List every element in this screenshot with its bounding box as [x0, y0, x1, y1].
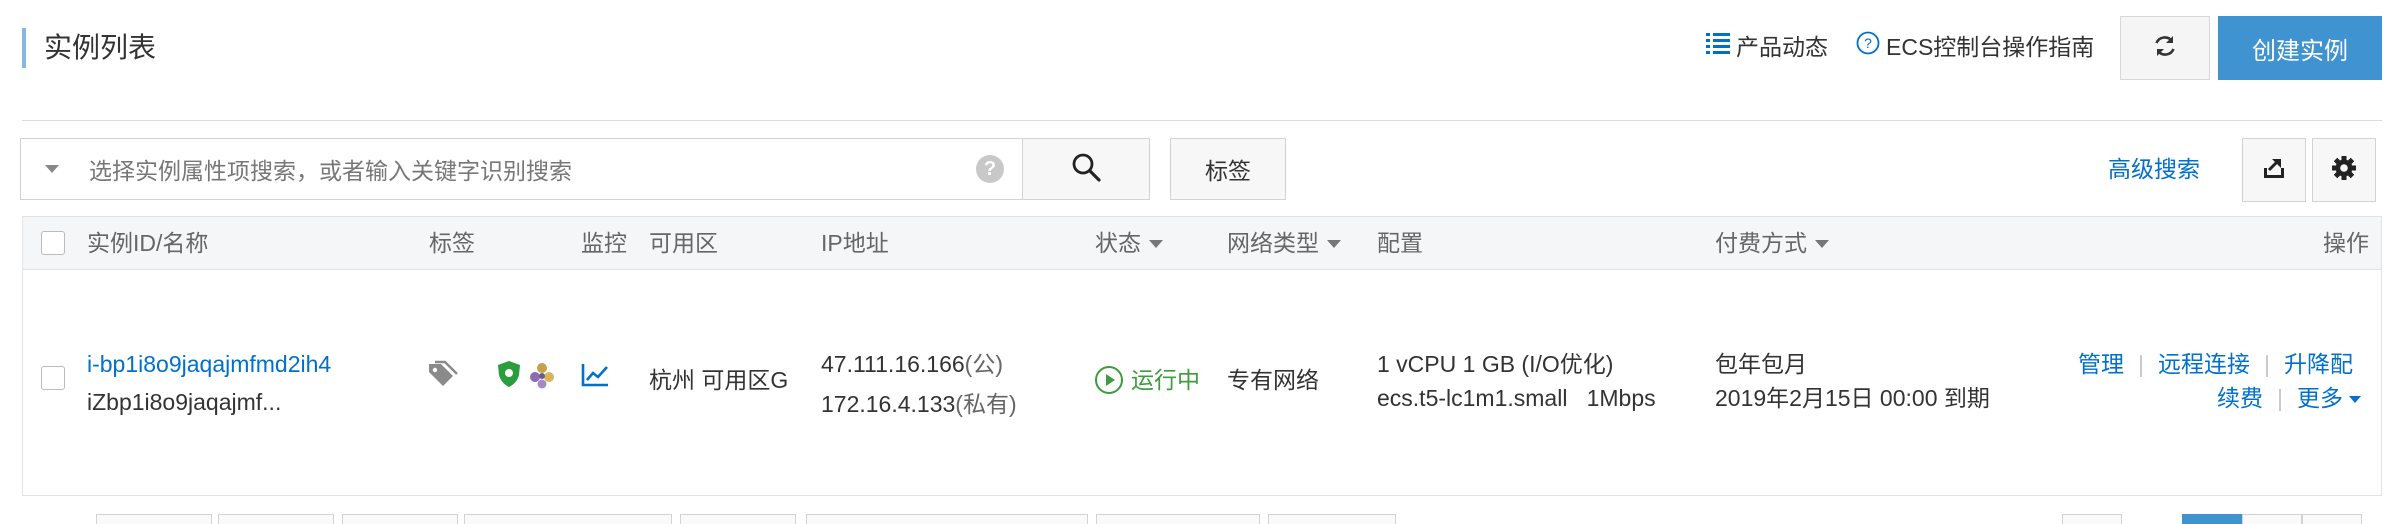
batch-action-button[interactable] — [806, 514, 1088, 524]
batch-action-button[interactable] — [464, 514, 672, 524]
status-badge: 运行中 — [1095, 360, 1200, 400]
renew-link[interactable]: 续费 — [2217, 385, 2263, 411]
search-button[interactable] — [1022, 138, 1150, 200]
gear-icon — [2331, 155, 2357, 186]
col-zone: 可用区 — [649, 230, 718, 256]
col-network[interactable]: 网络类型 — [1227, 217, 1341, 269]
billing-expiry: 2019年2月15日 00:00 到期 — [1715, 385, 1990, 411]
export-button[interactable] — [2242, 138, 2306, 202]
batch-action-button[interactable] — [218, 514, 334, 524]
refresh-icon — [2152, 33, 2178, 64]
sort-down-icon — [1149, 240, 1163, 248]
search-icon — [1070, 151, 1102, 188]
plugin-icon[interactable] — [527, 360, 557, 402]
pagination-prev[interactable] — [2062, 514, 2122, 524]
pagination-current[interactable] — [2182, 514, 2242, 524]
col-id-name: 实例ID/名称 — [87, 230, 209, 256]
col-monitor: 监控 — [581, 230, 627, 256]
monitor-chart-icon[interactable] — [581, 360, 609, 400]
list-icon — [1706, 30, 1730, 64]
table-row: i-bp1i8o9jaqajmfmd2ih4 iZbp1i8o9jaqajmf.… — [22, 270, 2382, 496]
create-instance-button[interactable]: 创建实例 — [2218, 16, 2382, 80]
search-help-icon[interactable]: ? — [976, 155, 1004, 183]
pagination-next[interactable] — [2242, 514, 2302, 524]
tag-filter-button[interactable]: 标签 — [1170, 138, 1286, 200]
search-placeholder: 选择实例属性项搜索，或者输入关键字识别搜索 — [89, 158, 572, 184]
manage-link[interactable]: 管理 — [2078, 351, 2124, 377]
private-ip: 172.16.4.133(私有) — [821, 391, 1017, 417]
chevron-down-icon[interactable] — [45, 165, 59, 173]
batch-action-button[interactable] — [680, 514, 796, 524]
batch-action-button[interactable] — [1096, 514, 1260, 524]
config-type: ecs.t5-lc1m1.small 1Mbps — [1377, 385, 1656, 411]
security-shield-icon[interactable] — [497, 360, 521, 400]
table-header: 实例ID/名称 标签 监控 可用区 IP地址 状态 网络类型 配置 付费方式 操… — [22, 216, 2382, 270]
col-status[interactable]: 状态 — [1095, 217, 1163, 269]
pagination-last[interactable] — [2302, 514, 2362, 524]
tag-icon[interactable] — [427, 360, 459, 402]
chevron-down-icon — [2349, 396, 2361, 404]
settings-button[interactable] — [2312, 138, 2376, 202]
col-tags: 标签 — [429, 230, 475, 256]
svg-text:?: ? — [1864, 35, 1872, 51]
sort-down-icon — [1327, 240, 1341, 248]
row-checkbox[interactable] — [41, 366, 65, 390]
advanced-search-link[interactable]: 高级搜索 — [2108, 152, 2200, 186]
batch-action-button[interactable] — [342, 514, 458, 524]
batch-action-button[interactable] — [1268, 514, 1396, 524]
more-dropdown[interactable]: 更多 — [2297, 385, 2361, 411]
instance-id-link[interactable]: i-bp1i8o9jaqajmfmd2ih4 — [87, 344, 331, 384]
col-billing[interactable]: 付费方式 — [1715, 217, 1829, 269]
zone-text: 杭州 可用区G — [649, 367, 789, 393]
console-guide-label: ECS控制台操作指南 — [1886, 34, 2095, 60]
network-type: 专有网络 — [1227, 367, 1319, 393]
sort-down-icon — [1815, 240, 1829, 248]
batch-action-button[interactable] — [96, 514, 212, 524]
refresh-button[interactable] — [2120, 16, 2210, 80]
remote-connect-link[interactable]: 远程连接 — [2158, 351, 2250, 377]
search-input[interactable]: 选择实例属性项搜索，或者输入关键字识别搜索 ? — [20, 138, 1022, 200]
select-all-checkbox[interactable] — [41, 231, 65, 255]
row-actions-line2: 续费 | 更多 — [2217, 378, 2361, 418]
help-circle-icon: ? — [1856, 30, 1880, 64]
col-actions: 操作 — [2323, 230, 2369, 256]
divider — [22, 120, 2382, 121]
col-ip: IP地址 — [821, 230, 889, 256]
running-icon — [1095, 366, 1123, 394]
product-news-label: 产品动态 — [1736, 34, 1828, 60]
instance-name: iZbp1i8o9jaqajmf... — [87, 389, 282, 415]
console-guide-link[interactable]: ? ECS控制台操作指南 — [1856, 30, 2094, 64]
public-ip: 47.111.16.166(公) — [821, 351, 1003, 377]
export-icon — [2261, 155, 2287, 186]
product-news-link[interactable]: 产品动态 — [1706, 30, 1828, 64]
col-config: 配置 — [1377, 230, 1423, 256]
page-title: 实例列表 — [22, 28, 156, 68]
upgrade-link[interactable]: 升降配 — [2284, 351, 2353, 377]
